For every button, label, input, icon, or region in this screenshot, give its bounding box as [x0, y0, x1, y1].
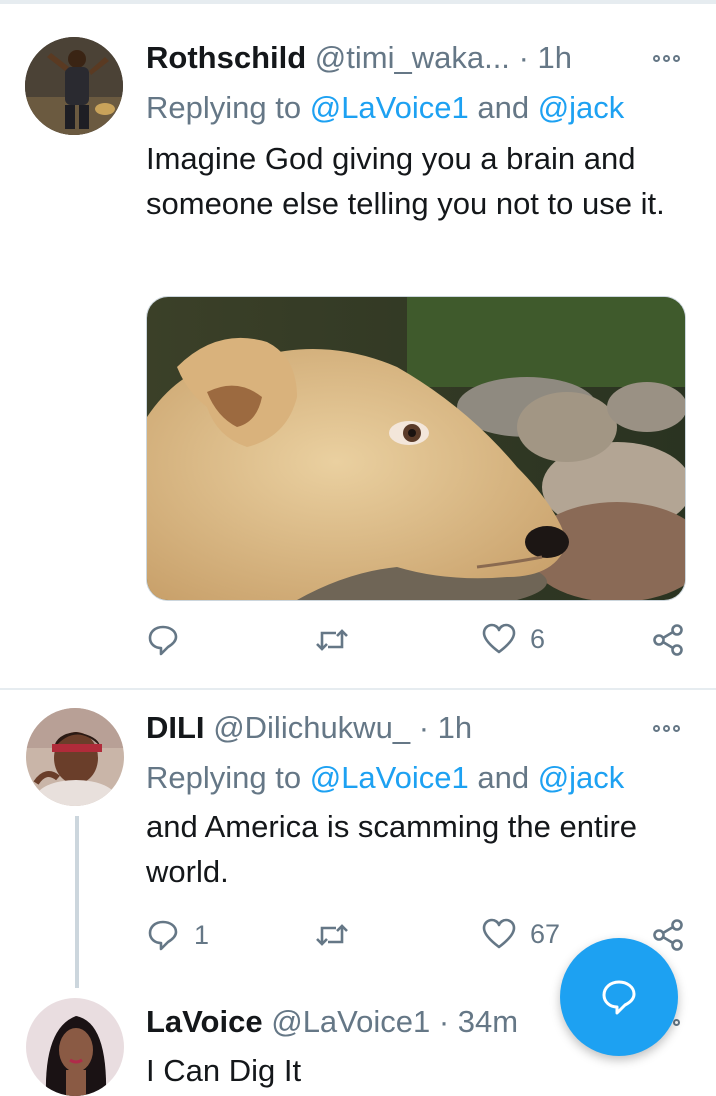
- replying-to: Replying to @LaVoice1 and @jack: [146, 90, 624, 126]
- tweet-dili[interactable]: DILI @Dilichukwu_ · 1h Replying to @LaVo…: [0, 690, 716, 980]
- reply-button[interactable]: 1: [146, 918, 209, 952]
- tweet-rothschild[interactable]: Rothschild @timi_waka... · 1h Replying t…: [0, 0, 716, 688]
- like-button[interactable]: 67: [482, 918, 560, 950]
- user-handle[interactable]: @timi_waka...: [315, 40, 510, 75]
- share-button[interactable]: [651, 623, 685, 657]
- timestamp[interactable]: · 34m: [439, 1004, 518, 1039]
- avatar[interactable]: [25, 37, 123, 135]
- avatar[interactable]: [26, 708, 124, 806]
- reply-button[interactable]: [146, 623, 194, 657]
- reply-icon: [148, 625, 178, 656]
- retweet-icon: [316, 924, 348, 946]
- tweet-actions: 6: [146, 623, 686, 663]
- like-count: 6: [530, 623, 546, 654]
- thread-connector-line: [75, 816, 79, 988]
- retweet-button[interactable]: [314, 918, 364, 952]
- avatar[interactable]: [26, 998, 124, 1096]
- more-icon[interactable]: [653, 55, 680, 62]
- share-icon: [653, 624, 683, 656]
- timestamp[interactable]: · 1h: [519, 40, 572, 75]
- replying-to-and: and: [468, 760, 538, 795]
- timestamp[interactable]: · 1h: [419, 710, 472, 745]
- user-handle[interactable]: @LaVoice1: [271, 1004, 430, 1039]
- tweet-header: LaVoice @LaVoice1 · 34m: [146, 1004, 518, 1040]
- tweet-text: I Can Dig It: [146, 1053, 302, 1088]
- compose-reply-button[interactable]: [560, 938, 678, 1056]
- retweet-button[interactable]: [314, 623, 364, 657]
- avatar-photo: [25, 37, 123, 135]
- mention-jack[interactable]: @jack: [538, 760, 625, 795]
- tweet-text: and America is scamming the entire world…: [146, 809, 638, 889]
- dog-photo: [147, 297, 685, 600]
- tweet-header: DILI @Dilichukwu_ · 1h: [146, 710, 472, 746]
- like-button[interactable]: 6: [482, 623, 545, 655]
- replying-to: Replying to @LaVoice1 and @jack: [146, 760, 624, 796]
- mention-jack[interactable]: @jack: [538, 90, 625, 125]
- tweet-text: Imagine God giving you a brain and someo…: [146, 141, 665, 221]
- display-name[interactable]: DILI: [146, 710, 205, 745]
- display-name[interactable]: LaVoice: [146, 1004, 263, 1039]
- heart-icon: [482, 918, 516, 949]
- reply-count: 1: [194, 919, 210, 950]
- mention-lavoice1[interactable]: @LaVoice1: [310, 760, 469, 795]
- retweet-icon: [316, 629, 348, 651]
- tweet-image[interactable]: [146, 296, 686, 601]
- like-count: 67: [530, 918, 561, 949]
- avatar-photo: [26, 998, 124, 1096]
- replying-to-and: and: [468, 90, 538, 125]
- more-icon[interactable]: [653, 725, 680, 732]
- share-icon: [653, 919, 683, 951]
- user-handle[interactable]: @Dilichukwu_: [213, 710, 410, 745]
- tweet-header: Rothschild @timi_waka... · 1h: [146, 40, 572, 76]
- heart-icon: [482, 623, 516, 654]
- replying-to-label: Replying to: [146, 760, 310, 795]
- avatar-photo: [26, 708, 124, 806]
- share-button[interactable]: [651, 918, 685, 952]
- display-name[interactable]: Rothschild: [146, 40, 306, 75]
- compose-reply-icon: [602, 980, 636, 1015]
- reply-icon: [148, 920, 178, 951]
- mention-lavoice1[interactable]: @LaVoice1: [310, 90, 469, 125]
- replying-to-label: Replying to: [146, 90, 310, 125]
